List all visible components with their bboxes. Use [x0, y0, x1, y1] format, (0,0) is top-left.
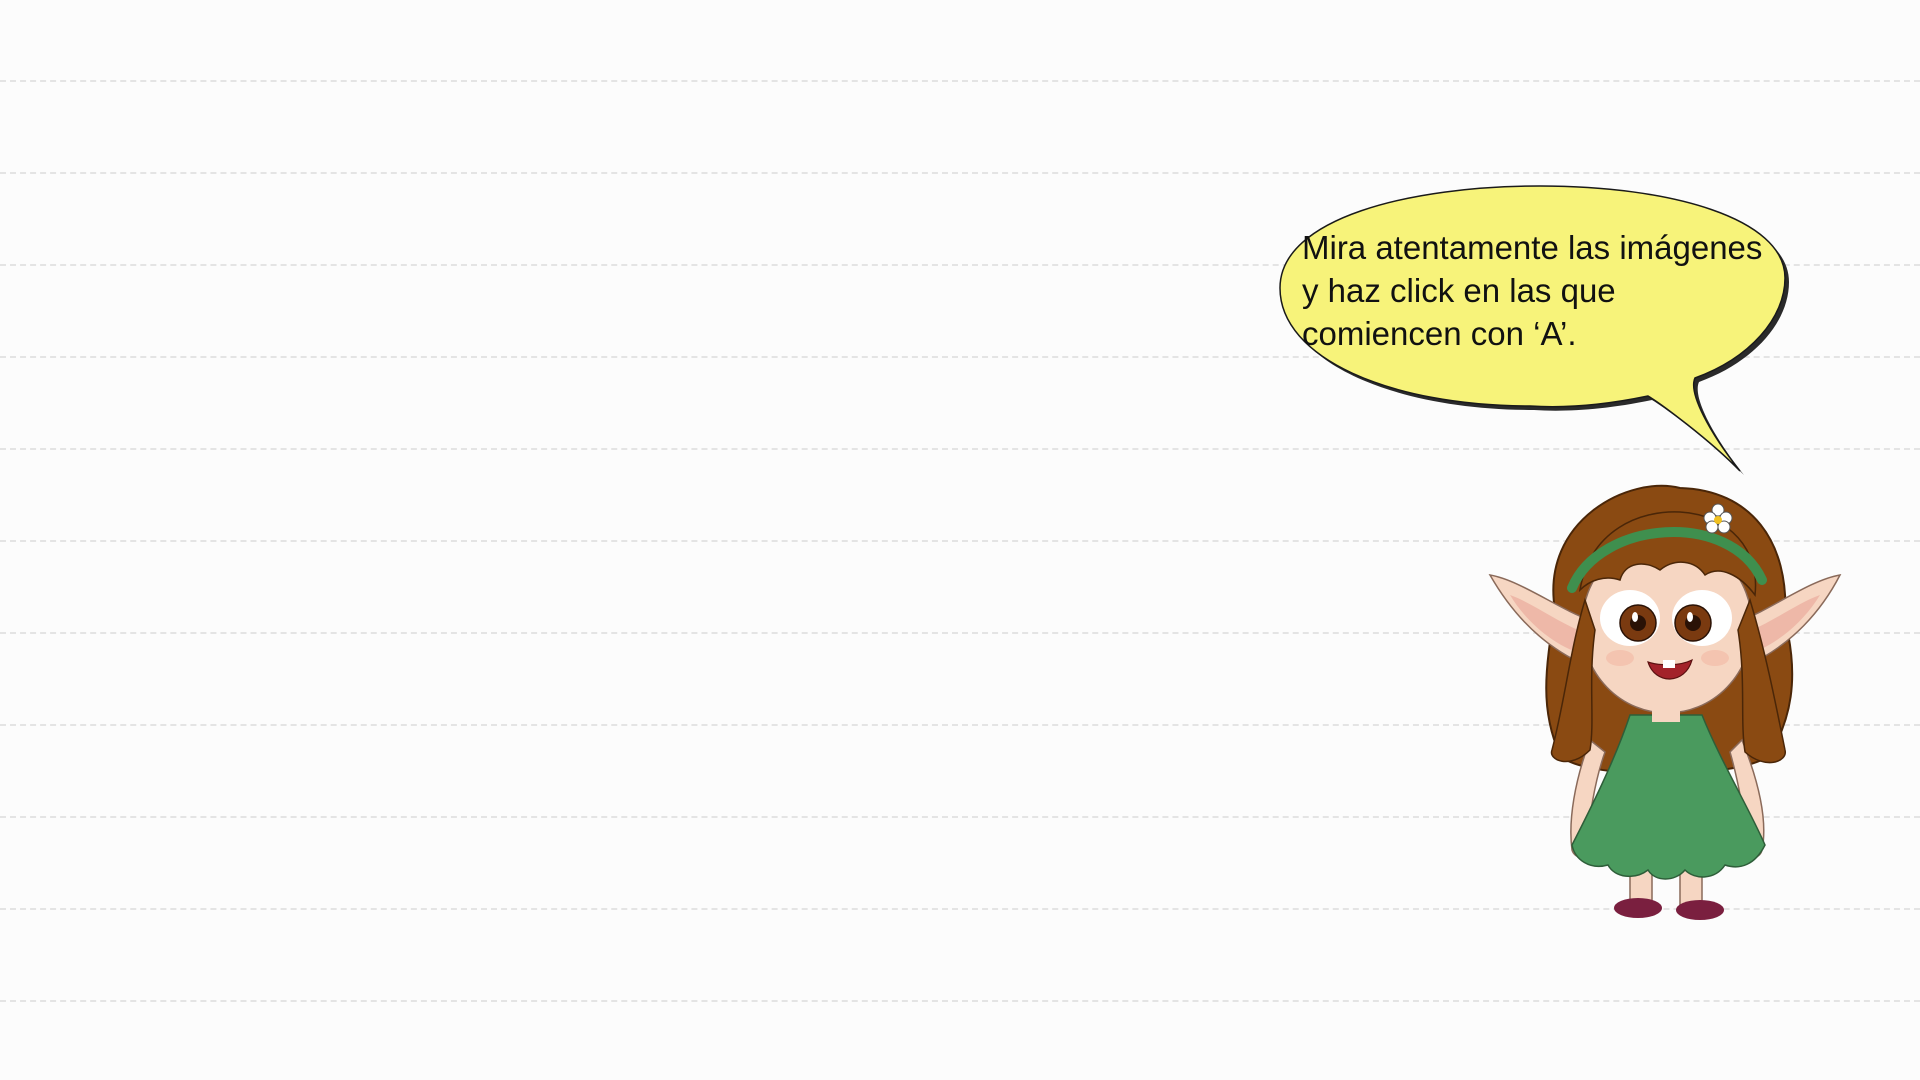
- instruction-line: comiencen con ‘A’.: [1302, 315, 1577, 352]
- left-cheek: [1606, 650, 1634, 666]
- instruction-text: Mira atentamente las imágenes y haz clic…: [1302, 226, 1782, 355]
- ruled-line: [0, 1000, 1920, 1002]
- left-shoe: [1614, 898, 1662, 918]
- activity-stage: Mira atentamente las imágenes y haz clic…: [0, 0, 1920, 1080]
- elf-girl-character-icon: [1488, 484, 1842, 920]
- teeth: [1663, 660, 1675, 668]
- ruled-line: [0, 172, 1920, 174]
- instruction-line: y haz click en las que: [1302, 272, 1616, 309]
- instruction-line: Mira atentamente las imágenes: [1302, 229, 1763, 266]
- right-shoe: [1676, 900, 1724, 920]
- right-cheek: [1701, 650, 1729, 666]
- neck: [1652, 700, 1680, 722]
- ruled-line: [0, 80, 1920, 82]
